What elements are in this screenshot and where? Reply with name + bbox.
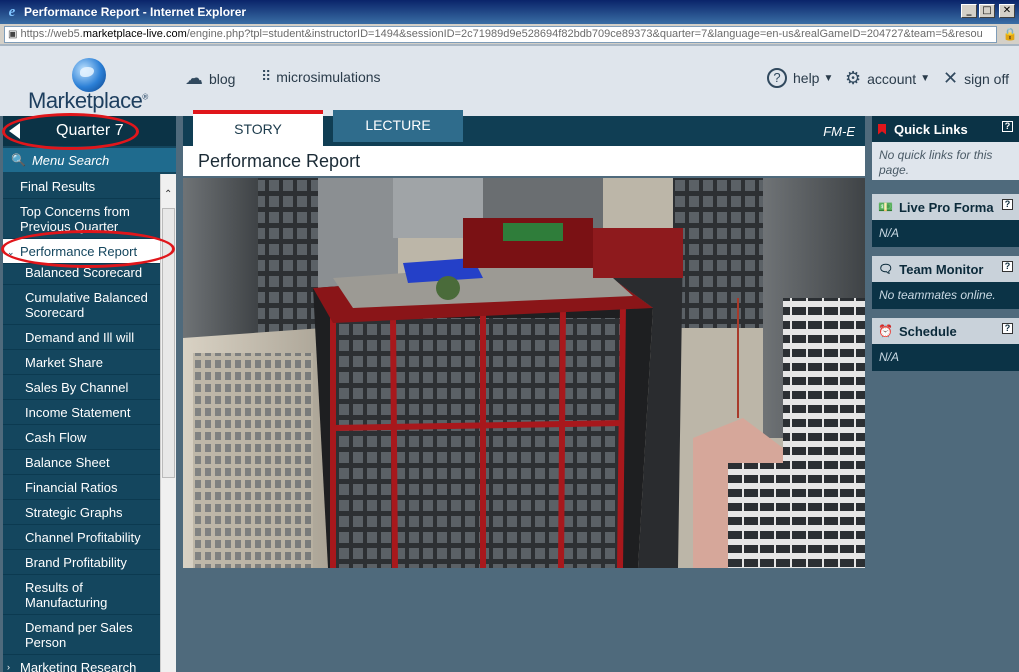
schedule-header[interactable]: ⏰ Schedule ? (872, 318, 1019, 344)
schedule-body: N/A (872, 344, 1019, 371)
help-icon[interactable]: ? (1002, 261, 1013, 272)
cloud-upload-icon: ☁ (185, 68, 203, 88)
sidebar-item-demand-per-sales-person[interactable]: Demand per Sales Person (3, 615, 160, 655)
sidebar-item-income-statement[interactable]: Income Statement (3, 400, 160, 425)
search-icon: 🔍 (11, 153, 26, 167)
sidebar-item-channel-profitability[interactable]: Channel Profitability (3, 525, 160, 550)
sidebar-item-balance-sheet[interactable]: Balance Sheet (3, 450, 160, 475)
sidebar-item-cash-flow[interactable]: Cash Flow (3, 425, 160, 450)
live-pro-forma-body: N/A (872, 220, 1019, 247)
sidebar-item-final-results[interactable]: Final Results (3, 174, 160, 199)
team-monitor-body: No teammates online. (872, 282, 1019, 309)
team-monitor-icon: 🗨 (878, 262, 894, 276)
chevron-down-icon: ⌄ (7, 247, 15, 257)
window-title: Performance Report - Internet Explorer (24, 5, 247, 19)
menu-search-button[interactable]: 🔍 Menu Search (3, 148, 176, 172)
main-content: STORY LECTURE FM-E Performance Report (183, 110, 865, 568)
maximize-button[interactable]: □ (979, 4, 995, 18)
chevron-down-icon: ▼ (920, 73, 931, 84)
minimize-button[interactable]: _ (961, 4, 977, 18)
city-illustration-svg (183, 178, 865, 568)
app-header: Marketplace® ☁ blog ⠿ microsimulations ?… (0, 44, 1019, 116)
alarm-clock-icon: ⏰ (878, 324, 893, 338)
chevron-down-icon: ▼ (823, 72, 834, 84)
url-field[interactable]: ▣ https://web5. marketplace-live.com/engi… (4, 25, 997, 43)
x-icon: ✕ (943, 68, 959, 88)
sidebar-item-financial-ratios[interactable]: Financial Ratios (3, 475, 160, 500)
page-title: Performance Report (183, 146, 865, 176)
sidebar-item-performance-report[interactable]: ⌄ Performance Report (3, 239, 160, 264)
sidebar-scrollbar[interactable]: ⌃ (160, 174, 176, 672)
marketplace-logo[interactable]: Marketplace® (28, 56, 158, 113)
sidebar-item-results-of-manufacturing[interactable]: Results of Manufacturing (3, 575, 160, 615)
help-icon[interactable]: ? (1002, 199, 1013, 210)
bookmark-icon (878, 123, 886, 135)
window-controls: _ □ ✕ (961, 4, 1015, 18)
account-menu[interactable]: ⚙ account ▼ (845, 68, 930, 89)
quarter-label: Quarter 7 (56, 122, 124, 139)
globe-icon (72, 58, 106, 92)
quarter-selector[interactable]: Quarter 7 (3, 116, 176, 146)
tab-story[interactable]: STORY (193, 110, 323, 146)
sign-off-link[interactable]: ✕ sign off (943, 68, 1009, 89)
help-icon[interactable]: ? (1002, 121, 1013, 132)
sidebar-item-marketing-research[interactable]: › Marketing Research (3, 655, 160, 672)
quick-links-panel: Quick Links ? No quick links for this pa… (872, 116, 1019, 180)
quick-links-body: No quick links for this page. (872, 142, 1019, 180)
internet-explorer-icon: e (8, 4, 16, 20)
chevron-right-icon: › (7, 662, 10, 672)
blog-link[interactable]: ☁ blog (185, 68, 235, 89)
city-skyscraper-illustration (183, 178, 865, 568)
padlock-icon[interactable]: 🔒 (1001, 26, 1019, 42)
sidebar-item-demand-ill-will[interactable]: Demand and Ill will (3, 325, 160, 350)
scrollbar-thumb[interactable] (162, 208, 175, 478)
tab-lecture[interactable]: LECTURE (333, 110, 463, 142)
back-arrow-icon[interactable] (9, 123, 20, 139)
money-icon: 💵 (878, 200, 893, 214)
close-window-button[interactable]: ✕ (999, 4, 1015, 18)
sidebar-item-strategic-graphs[interactable]: Strategic Graphs (3, 500, 160, 525)
tab-bar: STORY LECTURE FM-E (183, 110, 865, 146)
team-monitor-panel: 🗨 Team Monitor ? No teammates online. (872, 256, 1019, 309)
grid-dots-icon: ⠿ (261, 68, 271, 84)
sidebar-item-top-concerns[interactable]: Top Concerns from Previous Quarter (3, 199, 160, 239)
live-pro-forma-panel: 💵 Live Pro Forma ? N/A (872, 194, 1019, 247)
help-icon[interactable]: ? (1002, 323, 1013, 334)
sidebar-item-cumulative-balanced-scorecard[interactable]: Cumulative Balanced Scorecard (3, 285, 160, 325)
microsimulations-link[interactable]: ⠿ microsimulations (261, 68, 381, 85)
sidebar-item-market-share[interactable]: Market Share (3, 350, 160, 375)
schedule-panel: ⏰ Schedule ? N/A (872, 318, 1019, 371)
sidebar-item-sales-by-channel[interactable]: Sales By Channel (3, 375, 160, 400)
address-bar: ▣ https://web5. marketplace-live.com/engi… (0, 24, 1019, 44)
question-circle-icon: ? (767, 68, 787, 88)
scroll-up-icon[interactable]: ⌃ (164, 189, 172, 200)
page-icon: ▣ (8, 28, 18, 40)
sidebar-menu: Final Results Top Concerns from Previous… (3, 174, 160, 672)
help-menu[interactable]: ? help ▼ (767, 68, 833, 88)
live-pro-forma-header[interactable]: 💵 Live Pro Forma ? (872, 194, 1019, 220)
course-code: FM-E (823, 124, 855, 139)
quick-links-header[interactable]: Quick Links ? (872, 116, 1019, 142)
sidebar-item-brand-profitability[interactable]: Brand Profitability (3, 550, 160, 575)
gear-icon: ⚙ (845, 68, 862, 88)
team-monitor-header[interactable]: 🗨 Team Monitor ? (872, 256, 1019, 282)
window-title-bar: e Performance Report - Internet Explorer… (0, 0, 1019, 24)
sidebar: Quarter 7 🔍 Menu Search Final Results To… (3, 116, 176, 672)
